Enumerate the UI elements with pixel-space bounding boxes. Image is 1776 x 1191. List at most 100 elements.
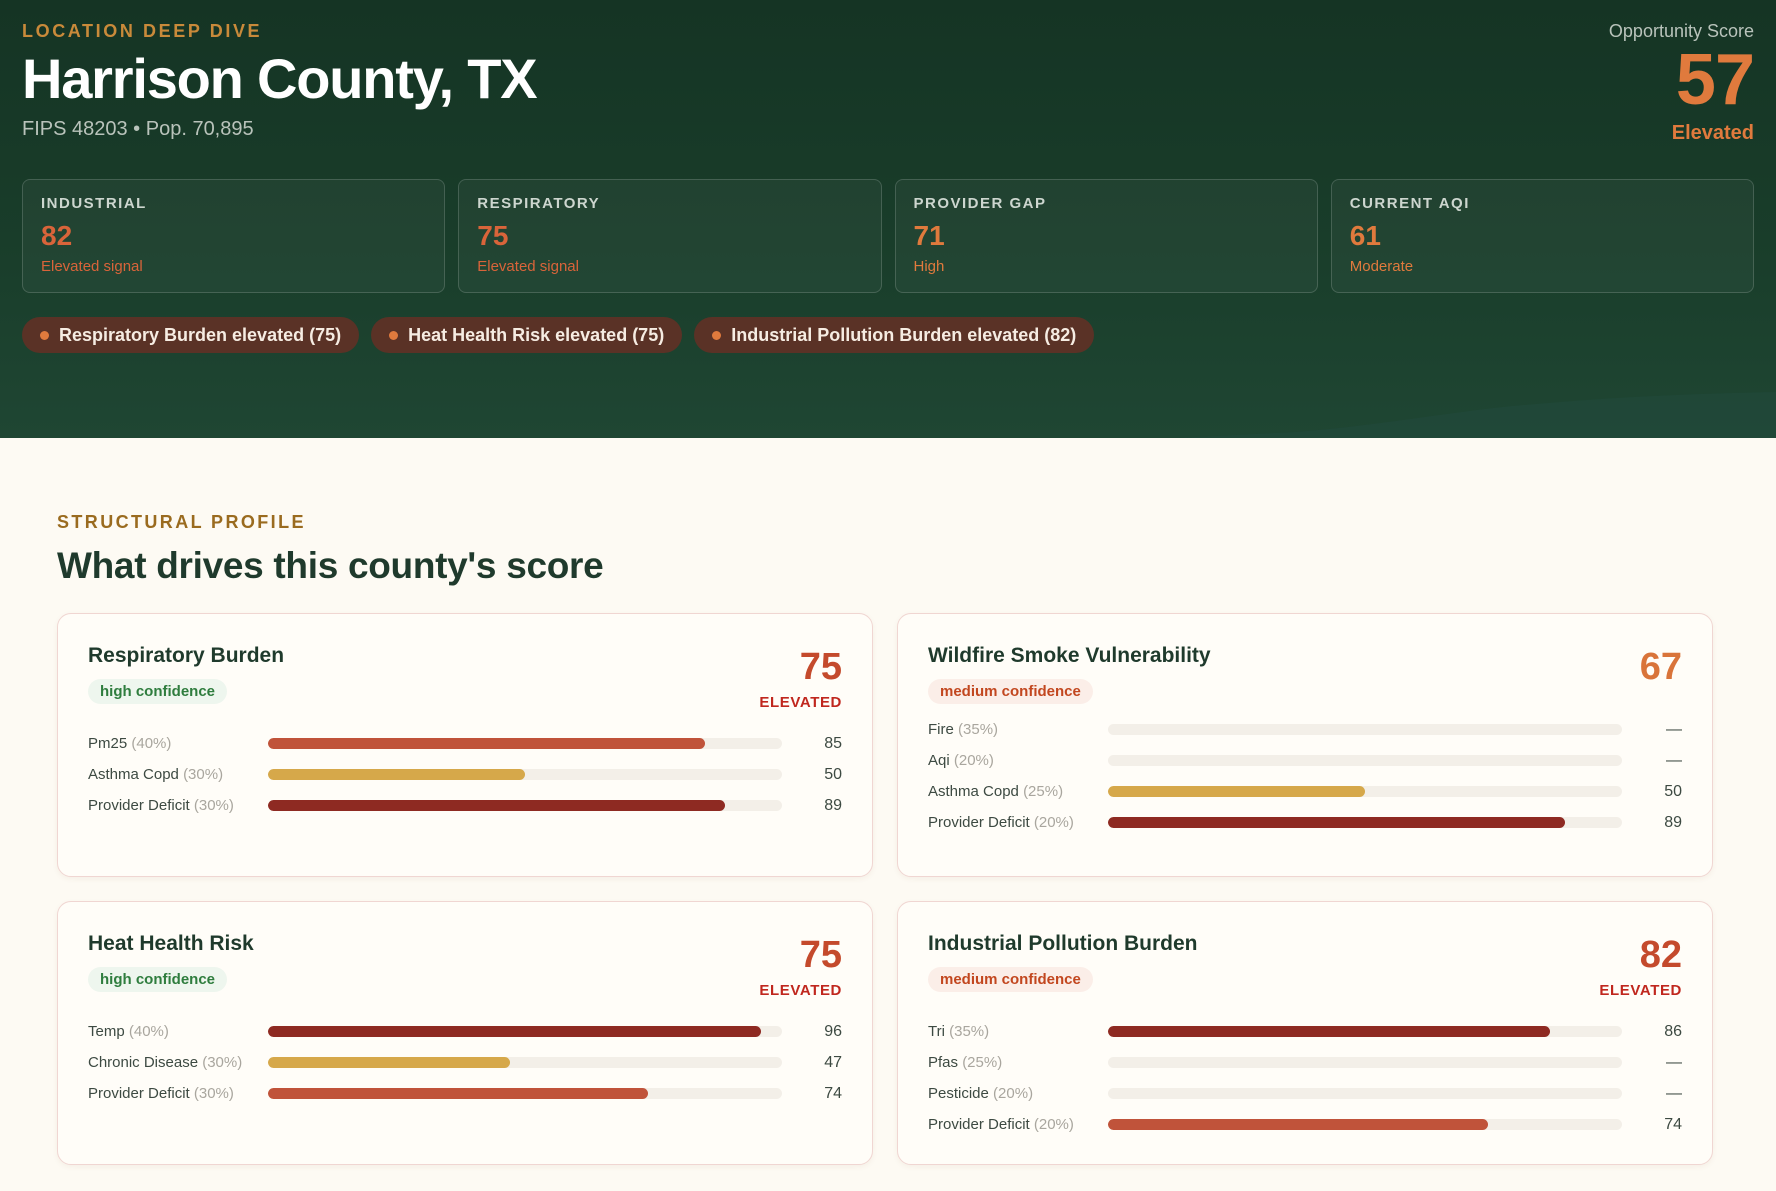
factor-value: — — [1666, 751, 1682, 769]
alert-chip-label: Respiratory Burden elevated (75) — [59, 324, 342, 345]
metric-card-provider-gap: PROVIDER GAP 71 High — [894, 179, 1318, 293]
metric-value: 75 — [477, 220, 509, 251]
factor-row: Chronic Disease (30%) 47 — [88, 1047, 842, 1078]
factor-value: 96 — [824, 1022, 842, 1040]
factor-row: Provider Deficit (20%) 74 — [928, 1109, 1682, 1140]
metric-card-current-aqi: CURRENT AQI 61 Moderate — [1330, 179, 1754, 293]
confidence-badge: high confidence — [88, 679, 228, 704]
factor-bar-track — [1108, 724, 1622, 735]
driver-score: 75 — [799, 646, 842, 688]
hero-eyebrow: LOCATION DEEP DIVE — [22, 21, 263, 41]
factor-bar-fill — [268, 1026, 762, 1037]
driver-score-level: ELEVATED — [1599, 982, 1682, 999]
metric-label: INDUSTRIAL — [41, 195, 147, 212]
section-title: What drives this county's score — [57, 545, 604, 586]
hill-decoration — [1176, 392, 1776, 438]
structural-profile-section: STRUCTURAL PROFILE What drives this coun… — [0, 438, 1776, 1165]
factor-row: Pesticide (20%) — — [928, 1078, 1682, 1109]
factor-rows: Pm25 (40%) 85 Asthma Copd (30%) 50 Provi… — [88, 728, 842, 821]
metric-status: Elevated signal — [41, 258, 143, 275]
factor-value: 47 — [824, 1053, 842, 1071]
factor-value: — — [1666, 720, 1682, 738]
factor-bar-track — [1108, 786, 1622, 797]
driver-score-level: ELEVATED — [759, 694, 842, 711]
county-title: Harrison County, TX — [22, 47, 538, 110]
driver-cards-grid: Respiratory Burden high confidence 75 EL… — [57, 613, 1719, 1165]
alert-chip-label: Industrial Pollution Burden elevated (82… — [731, 324, 1077, 345]
location-hero: LOCATION DEEP DIVE Harrison County, TX F… — [0, 0, 1776, 438]
factor-value: 85 — [824, 734, 842, 752]
metric-card-respiratory: RESPIRATORY 75 Elevated signal — [458, 179, 882, 293]
factor-value: — — [1666, 1084, 1682, 1102]
factor-label: Pfas (25%) — [928, 1054, 1003, 1071]
factor-bar-track — [268, 738, 782, 749]
opportunity-score-value: 57 — [1675, 40, 1755, 120]
status-dot-icon — [712, 330, 722, 340]
metric-status: Elevated signal — [477, 258, 579, 275]
driver-card-wildfire-smoke: Wildfire Smoke Vulnerability medium conf… — [897, 613, 1713, 877]
metric-status: Moderate — [1349, 258, 1414, 275]
metric-value: 61 — [1349, 220, 1381, 251]
factor-bar-track — [1108, 1026, 1622, 1037]
alert-chip[interactable]: Respiratory Burden elevated (75) — [22, 317, 360, 353]
factor-row: Provider Deficit (30%) 89 — [88, 790, 842, 821]
factor-label: Provider Deficit (20%) — [928, 814, 1074, 831]
factor-bar-track — [1108, 817, 1622, 828]
opportunity-score-block: Opportunity Score 57 Elevated — [1609, 21, 1755, 145]
driver-score-level: ELEVATED — [759, 982, 842, 999]
alert-chip[interactable]: Industrial Pollution Burden elevated (82… — [694, 317, 1095, 353]
factor-label: Asthma Copd (30%) — [88, 766, 224, 783]
driver-card-industrial-pollution: Industrial Pollution Burden medium confi… — [897, 901, 1713, 1165]
factor-label: Temp (40%) — [88, 1023, 169, 1040]
factor-row: Asthma Copd (30%) 50 — [88, 759, 842, 790]
factor-bar-track — [1108, 1088, 1622, 1099]
metric-label: PROVIDER GAP — [913, 195, 1047, 212]
factor-value: 89 — [824, 796, 842, 814]
factor-label: Provider Deficit (30%) — [88, 1085, 234, 1102]
driver-score: 82 — [1639, 934, 1682, 976]
factor-value: 89 — [1664, 813, 1682, 831]
factor-rows: Temp (40%) 96 Chronic Disease (30%) 47 P… — [88, 1016, 842, 1109]
factor-bar-fill — [1108, 1026, 1551, 1037]
factor-bar-track — [268, 800, 782, 811]
alert-chip-label: Heat Health Risk elevated (75) — [408, 324, 665, 345]
status-dot-icon — [40, 330, 49, 340]
alert-chip[interactable]: Heat Health Risk elevated (75) — [371, 317, 683, 353]
driver-score: 75 — [799, 934, 842, 976]
factor-label: Provider Deficit (20%) — [928, 1116, 1074, 1133]
section-eyebrow: STRUCTURAL PROFILE — [57, 512, 306, 532]
factor-bar-fill — [268, 1057, 510, 1068]
factor-bar-track — [1108, 755, 1622, 766]
metric-value: 82 — [41, 220, 73, 251]
alert-chips: Respiratory Burden elevated (75) Heat He… — [22, 317, 1754, 353]
driver-card-title: Respiratory Burden — [88, 644, 285, 667]
factor-bar-track — [268, 1026, 782, 1037]
county-meta: FIPS 48203 • Pop. 70,895 — [22, 117, 254, 140]
opportunity-score-level: Elevated — [1671, 122, 1754, 144]
factor-value: 74 — [824, 1084, 842, 1102]
factor-row: Fire (35%) — — [928, 714, 1682, 745]
factor-label: Pesticide (20%) — [928, 1085, 1034, 1102]
factor-bar-track — [1108, 1119, 1622, 1130]
factor-label: Fire (35%) — [928, 721, 999, 738]
driver-card-title: Wildfire Smoke Vulnerability — [928, 644, 1211, 667]
factor-rows: Fire (35%) — Aqi (20%) — Asthma Copd (25… — [928, 714, 1682, 838]
factor-rows: Tri (35%) 86 Pfas (25%) — Pesticide (20%… — [928, 1016, 1682, 1140]
factor-row: Pm25 (40%) 85 — [88, 728, 842, 759]
factor-value: 50 — [824, 765, 842, 783]
metric-value: 71 — [913, 220, 945, 251]
factor-bar-fill — [1108, 817, 1566, 828]
confidence-badge: medium confidence — [928, 679, 1093, 704]
factor-bar-fill — [268, 800, 726, 811]
factor-bar-fill — [268, 1088, 649, 1099]
factor-bar-track — [268, 1057, 782, 1068]
factor-bar-fill — [1108, 786, 1365, 797]
factor-row: Tri (35%) 86 — [928, 1016, 1682, 1047]
factor-row: Provider Deficit (20%) 89 — [928, 807, 1682, 838]
factor-value: — — [1666, 1053, 1682, 1071]
factor-bar-fill — [1108, 1119, 1489, 1130]
factor-bar-fill — [268, 738, 705, 749]
factor-label: Provider Deficit (30%) — [88, 797, 234, 814]
metric-label: CURRENT AQI — [1349, 195, 1470, 212]
factor-label: Aqi (20%) — [928, 752, 994, 769]
